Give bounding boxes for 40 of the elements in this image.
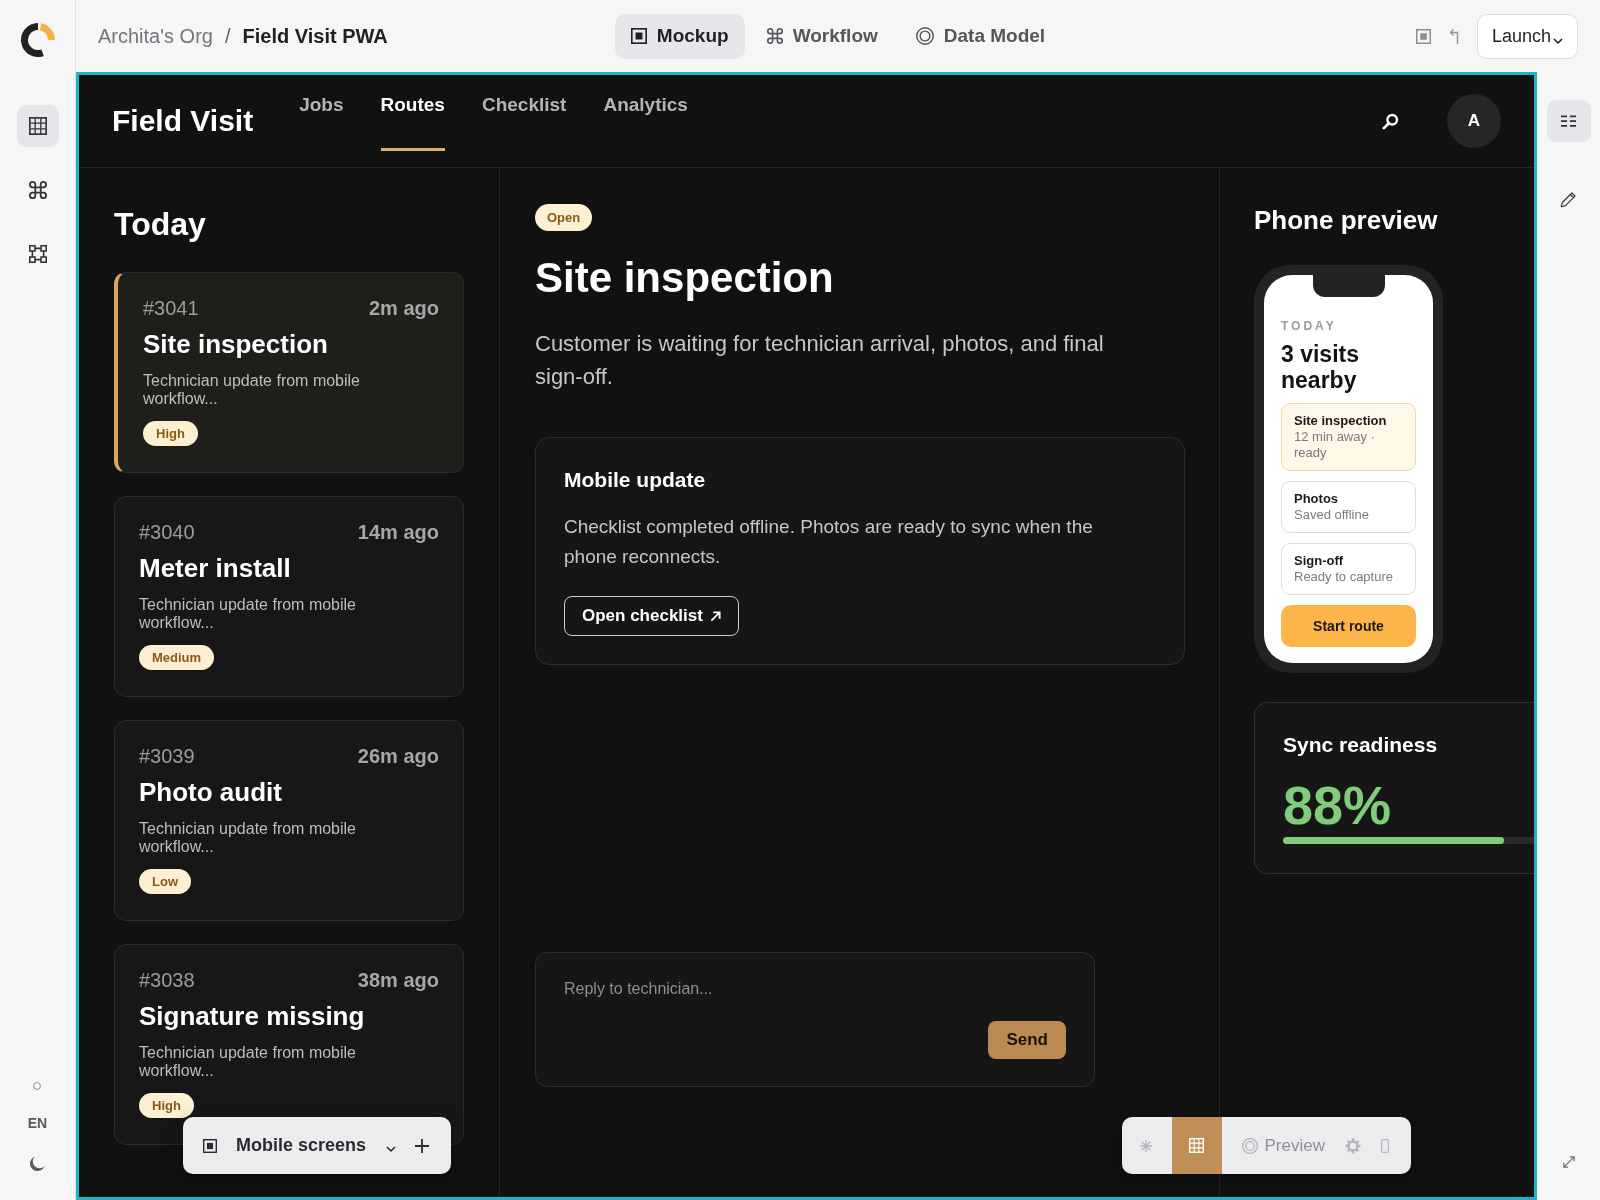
priority-badge: Low — [139, 869, 191, 894]
phone-title: 3 visits nearby — [1281, 341, 1360, 393]
job-time: 2m ago — [368, 296, 439, 320]
sync-title: Sync readiness — [1283, 732, 1438, 758]
job-title: Signature missing — [139, 1000, 365, 1032]
detail-title: Site inspection — [535, 253, 834, 303]
visit-subtitle: Ready to capture — [1294, 569, 1393, 585]
phone-eyebrow: TODAY — [1281, 319, 1337, 333]
visit-subtitle: Saved offline — [1294, 507, 1369, 523]
project-name: Field Visit PWA — [242, 24, 388, 48]
priority-badge: High — [139, 1093, 194, 1118]
job-id: #3040 — [139, 520, 195, 544]
job-id: #3041 — [143, 296, 199, 320]
job-summary: Technician update from mobile workflow... — [139, 1044, 357, 1080]
job-summary: Technician update from mobile workflow... — [143, 372, 361, 408]
job-time: 26m ago — [357, 744, 439, 768]
job-time: 14m ago — [357, 520, 439, 544]
job-summary: Technician update from mobile workflow... — [139, 820, 357, 856]
job-title: Meter install — [139, 552, 291, 584]
job-title: Site inspection — [143, 328, 328, 360]
jobs-heading: Today — [114, 205, 207, 244]
detail-description: Customer is waiting for technician arrival, photos, and final sign-off. — [535, 330, 1105, 391]
status-badge: Open — [535, 204, 593, 231]
visit-title: Site inspection — [1294, 413, 1387, 429]
update-title: Mobile update — [564, 467, 706, 493]
visit-subtitle: 12 min away · ready — [1294, 429, 1376, 461]
priority-badge: High — [143, 421, 198, 446]
job-id: #3039 — [139, 744, 195, 768]
job-id: #3038 — [139, 968, 195, 992]
priority-badge: Medium — [139, 645, 215, 670]
visit-title: Photos — [1294, 491, 1339, 507]
visit-title: Sign-off — [1294, 553, 1344, 569]
job-summary: Technician update from mobile workflow... — [139, 596, 357, 632]
job-title: Photo audit — [139, 776, 282, 808]
breadcrumb-separator: / — [224, 24, 231, 48]
phone-preview-heading: Phone preview — [1254, 204, 1438, 236]
app-title: Field Visit — [112, 103, 254, 139]
job-time: 38m ago — [357, 968, 439, 992]
update-text: Checklist completed offline. Photos are ready to sync when the phone reconnects. — [564, 515, 1094, 569]
sync-percentage: 88% — [1283, 777, 1392, 833]
